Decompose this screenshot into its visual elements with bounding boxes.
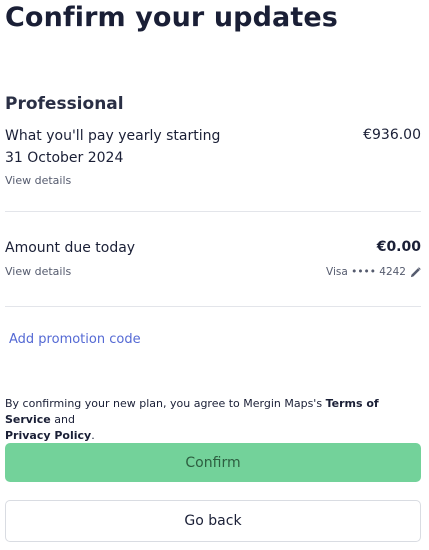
plan-name: Professional: [5, 94, 124, 114]
yearly-price: €936.00: [363, 127, 421, 143]
go-back-button[interactable]: Go back: [5, 500, 421, 542]
pencil-icon[interactable]: [410, 266, 421, 278]
confirm-button[interactable]: Confirm: [5, 443, 421, 482]
page-title: Confirm your updates: [5, 2, 338, 33]
yearly-charge-label-line2: 31 October 2024: [5, 150, 124, 166]
terms-prefix: By confirming your new plan, you agree t…: [5, 397, 326, 410]
terms-suffix: .: [91, 429, 95, 442]
payment-method: Visa •••• 4242: [326, 264, 421, 280]
payment-method-text: Visa •••• 4242: [326, 266, 406, 278]
terms-and: and: [50, 413, 75, 426]
terms-notice: By confirming your new plan, you agree t…: [5, 396, 421, 444]
amount-due-label: Amount due today: [5, 240, 136, 256]
view-details-link-plan[interactable]: View details: [5, 173, 71, 189]
view-details-link-due[interactable]: View details: [5, 264, 71, 280]
yearly-charge-label: What you'll pay yearly starting 31 Octob…: [5, 125, 220, 169]
add-promotion-code-link[interactable]: Add promotion code: [9, 330, 141, 350]
divider: [5, 306, 421, 307]
yearly-charge-label-line1: What you'll pay yearly starting: [5, 128, 221, 144]
amount-due-value: €0.00: [376, 239, 421, 255]
divider: [5, 211, 421, 212]
privacy-policy-link[interactable]: Privacy Policy: [5, 429, 91, 442]
